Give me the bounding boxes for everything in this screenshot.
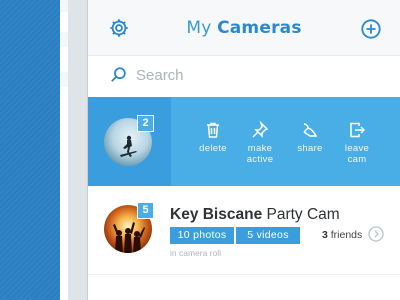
leave-cam-action[interactable]: leave cam [331,121,383,165]
delete-action[interactable]: delete [187,121,239,154]
chevron-right-icon[interactable] [368,226,384,242]
search-icon [111,67,126,82]
share-label: share [297,143,323,154]
camera-row-swiped[interactable]: 2 delete make active share leave cam [88,97,400,186]
trash-icon [207,122,219,138]
background-panel [0,0,60,300]
party-image [113,222,145,253]
title-light: My [186,18,212,38]
surfer-image [120,135,137,157]
camera-subtitle: in camera roll [170,248,222,258]
friends-count: 3 friends [322,229,362,241]
photos-count-pill[interactable]: 10 photos [170,227,234,244]
make-active-label: make active [246,143,274,165]
camera-row[interactable]: 5 Key Biscane Party Cam 10 photos 5 vide… [88,187,400,275]
share-icon [303,123,318,137]
background-notch [60,32,68,47]
make-active-action[interactable]: make active [234,121,286,165]
videos-count-pill[interactable]: 5 videos [236,227,300,244]
header-bar: My Cameras [88,0,400,56]
background-notch [60,72,68,87]
camera-name-bold: Key Biscane [170,206,263,223]
app-screen: My Cameras 2 [88,0,400,300]
camera-name-rest: Party Cam [262,206,340,223]
search-input[interactable] [136,63,376,87]
photo-count-badge: 2 [137,115,154,132]
background-notch [60,0,68,12]
page-title: My Cameras [88,18,400,38]
delete-label: delete [199,143,227,154]
friends-label: friends [327,229,363,241]
camera-name: Key Biscane Party Cam [170,206,340,224]
search-bar [88,56,400,96]
leave-cam-label: leave cam [344,143,370,165]
plus-circle-icon[interactable] [360,18,382,40]
pin-icon [252,121,269,138]
device-bezel [68,0,88,300]
title-bold: Cameras [217,18,302,38]
photo-count-badge: 5 [137,202,154,219]
leave-icon [350,122,366,138]
share-action[interactable]: share [284,121,336,154]
